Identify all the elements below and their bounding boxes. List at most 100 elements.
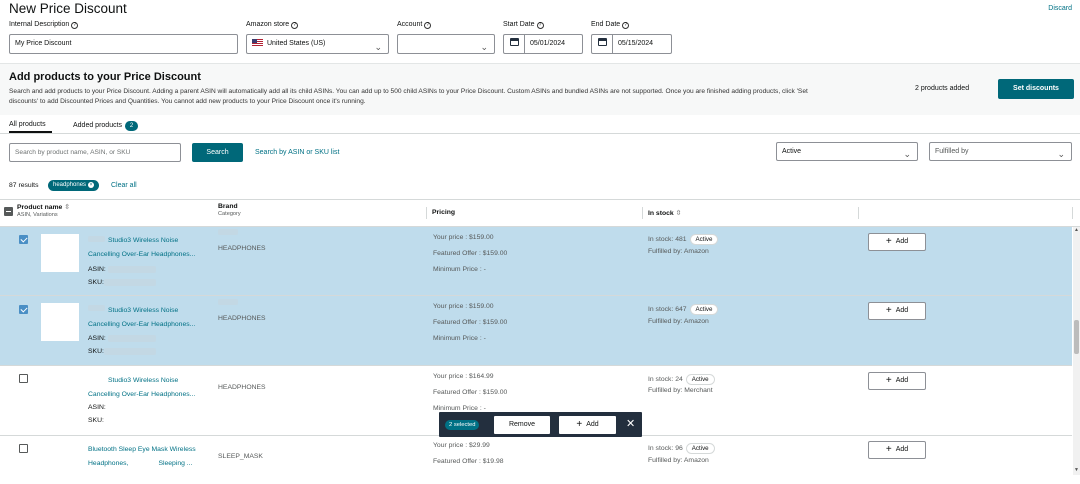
- page-title: New Price Discount: [9, 1, 127, 16]
- start-date-input[interactable]: 05/01/2024: [503, 34, 583, 54]
- filter-chip-label: headphones: [53, 182, 87, 188]
- product-name-link[interactable]: Studio3 Wireless Noise Cancelling Over-Ea…: [88, 234, 195, 262]
- row-checkbox[interactable]: [19, 444, 28, 453]
- minimum-price: Minimum Price : -: [433, 405, 486, 412]
- stock-count: In stock: 647 Active: [648, 304, 719, 315]
- redacted-text: [104, 348, 156, 355]
- internal-description-input[interactable]: My Price Discount: [9, 34, 238, 54]
- plus-icon: +: [885, 236, 892, 247]
- product-name-link[interactable]: Studio3 Wireless Noise Cancelling Over-Ea…: [88, 304, 195, 332]
- selected-count-badge: 2 selected: [445, 420, 480, 430]
- status-badge: Active: [689, 234, 719, 245]
- redacted-text: [108, 335, 156, 342]
- row-checkbox[interactable]: [19, 374, 28, 383]
- minimum-price: Minimum Price : -: [433, 335, 486, 342]
- asin-label: ASIN:: [88, 266, 106, 273]
- featured-offer: Featured Offer : $159.00: [433, 319, 508, 326]
- chevron-down-icon: ⌄: [903, 149, 911, 159]
- end-date-label: End Date?: [591, 21, 630, 29]
- sort-icon[interactable]: ⇳: [64, 204, 70, 211]
- table-header: [0, 199, 1080, 227]
- status-badge: Active: [685, 374, 715, 385]
- help-icon[interactable]: ?: [536, 22, 544, 29]
- brand-value: SLEEP_MASK: [218, 453, 263, 460]
- divider: [0, 133, 1080, 134]
- column-brand-sub: Category: [218, 211, 241, 217]
- your-price: Your price : $29.99: [433, 442, 490, 449]
- product-image: [41, 234, 79, 272]
- help-icon[interactable]: ?: [424, 22, 432, 29]
- status-badge: Active: [689, 304, 719, 315]
- calendar-icon[interactable]: [510, 35, 519, 53]
- remove-filter-icon[interactable]: ×: [88, 182, 95, 188]
- section-description: Search and add products to your Price Di…: [9, 88, 808, 105]
- sku-label: SKU:: [88, 348, 104, 355]
- product-name-link[interactable]: Bluetooth Sleep Eye Mask Wireless Headpho…: [88, 443, 196, 471]
- plus-icon: +: [885, 444, 892, 455]
- column-divider: [642, 207, 643, 219]
- add-button[interactable]: + Add: [868, 233, 926, 251]
- scroll-up-icon[interactable]: ▲: [1074, 227, 1079, 233]
- minimum-price: Minimum Price : -: [433, 266, 486, 273]
- asin-label: ASIN:: [88, 404, 106, 411]
- set-discounts-button[interactable]: Set discounts: [998, 79, 1074, 99]
- redacted-text: [218, 299, 238, 305]
- amazon-store-value: United States (US): [267, 40, 326, 47]
- us-flag-icon: [252, 39, 263, 46]
- column-product-sub: ASIN, Variations: [17, 212, 58, 218]
- scrollbar-thumb[interactable]: [1074, 320, 1079, 354]
- row-checkbox[interactable]: [19, 305, 28, 314]
- end-date-input[interactable]: 05/15/2024: [591, 34, 672, 54]
- redacted-text: [108, 266, 156, 273]
- help-icon[interactable]: ?: [291, 22, 299, 29]
- add-button[interactable]: + Add: [868, 372, 926, 390]
- fulfilled-filter-value: Fulfilled by: [935, 148, 969, 155]
- amazon-store-select[interactable]: United States (US) ⌄: [246, 34, 389, 54]
- start-date-value: 05/01/2024: [530, 40, 566, 47]
- scroll-down-icon[interactable]: ▼: [1074, 467, 1079, 473]
- help-icon[interactable]: ?: [71, 22, 79, 29]
- status-filter-select[interactable]: Active ⌄: [776, 142, 918, 161]
- search-button[interactable]: Search: [192, 143, 243, 162]
- column-in-stock[interactable]: In stock ⇳: [648, 209, 681, 217]
- help-icon[interactable]: ?: [622, 22, 630, 29]
- clear-all-link[interactable]: Clear all: [111, 182, 137, 189]
- bulk-add-button[interactable]: + Add: [559, 416, 616, 434]
- filter-chip[interactable]: headphones ×: [48, 180, 100, 191]
- fulfilled-by: Fulfilled by: Amazon: [648, 318, 709, 325]
- featured-offer: Featured Offer : $19.98: [433, 458, 504, 465]
- stock-count: In stock: 24 Active: [648, 374, 715, 385]
- fulfilled-filter-select[interactable]: Fulfilled by ⌄: [929, 142, 1072, 161]
- row-checkbox[interactable]: [19, 235, 28, 244]
- added-count-badge: 2: [125, 121, 139, 131]
- add-button[interactable]: + Add: [868, 302, 926, 320]
- your-price: Your price : $164.99: [433, 373, 494, 380]
- plus-icon: +: [885, 375, 892, 386]
- featured-offer: Featured Offer : $159.00: [433, 250, 508, 257]
- search-input[interactable]: Search by product name, ASIN, or SKU: [9, 143, 181, 162]
- product-name-link[interactable]: Studio3 Wireless Noise Cancelling Over-Ea…: [88, 374, 195, 402]
- discard-link[interactable]: Discard: [1048, 5, 1072, 12]
- tab-added-products[interactable]: Added products 2: [73, 121, 139, 131]
- start-date-label: Start Date?: [503, 21, 544, 29]
- search-by-asin-link[interactable]: Search by ASIN or SKU list: [255, 149, 339, 156]
- column-product-name[interactable]: Product name ⇳ ASIN, Variations: [17, 203, 70, 218]
- select-all-checkbox[interactable]: [4, 207, 13, 216]
- chevron-down-icon: ⌄: [1057, 149, 1065, 159]
- status-filter-value: Active: [782, 148, 802, 155]
- tab-all-products[interactable]: All products: [9, 121, 46, 128]
- stock-count: In stock: 481 Active: [648, 234, 719, 245]
- fulfilled-by: Fulfilled by: Amazon: [648, 457, 709, 464]
- plus-icon: +: [576, 419, 583, 430]
- sort-icon[interactable]: ⇳: [676, 210, 682, 217]
- remove-button[interactable]: Remove: [494, 416, 550, 434]
- close-icon[interactable]: ✕: [626, 417, 635, 430]
- column-divider: [858, 207, 859, 219]
- calendar-icon[interactable]: [598, 35, 607, 53]
- account-label: Account?: [397, 21, 432, 29]
- add-button[interactable]: + Add: [868, 441, 926, 459]
- account-select[interactable]: ⌄: [397, 34, 495, 54]
- your-price: Your price : $159.00: [433, 234, 494, 241]
- your-price: Your price : $159.00: [433, 303, 494, 310]
- chevron-down-icon: ⌄: [480, 42, 488, 52]
